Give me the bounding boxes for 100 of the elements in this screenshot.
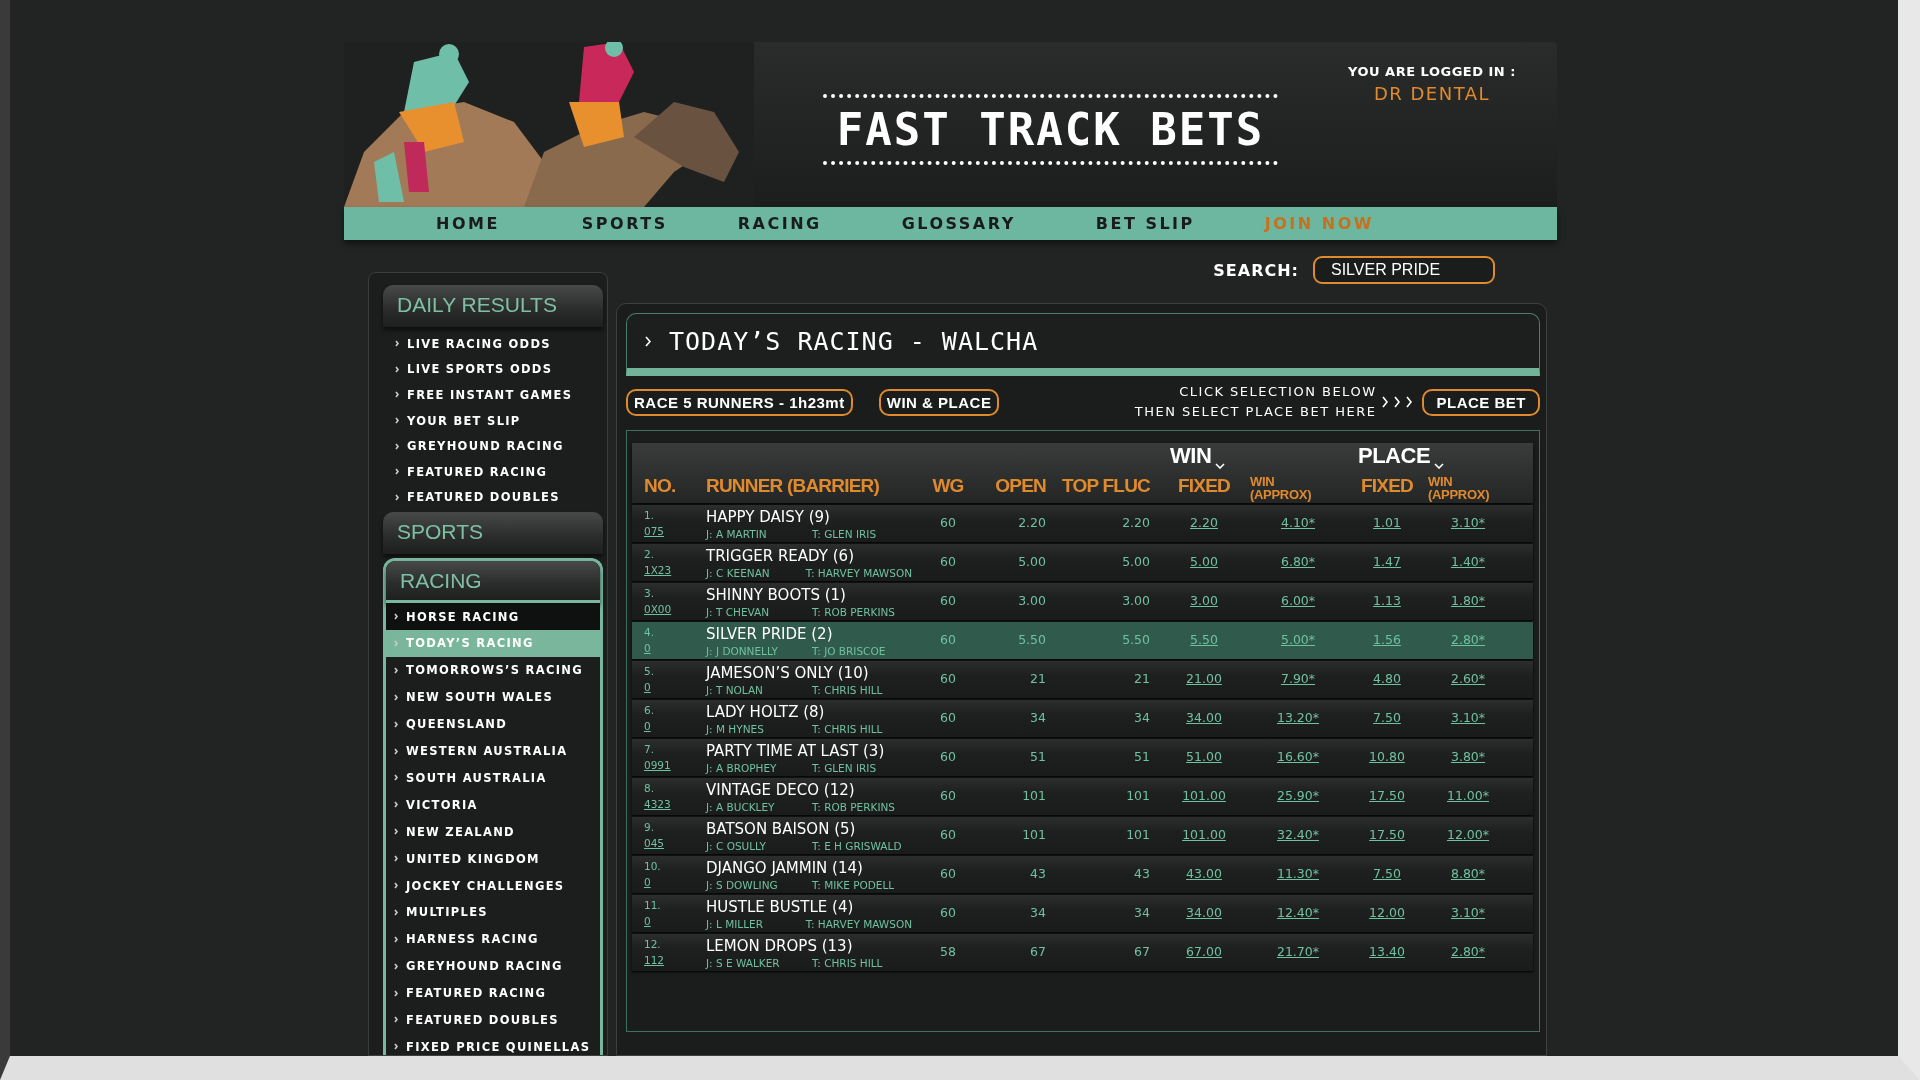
odds-link[interactable]: 32.40* — [1276, 827, 1319, 842]
odds-link[interactable]: 51.00 — [1186, 749, 1222, 764]
form-link[interactable]: 0 — [644, 874, 706, 890]
menu-item[interactable]: HARNESS RACING — [386, 925, 600, 953]
form-link[interactable]: 0 — [644, 679, 706, 695]
odds-link[interactable]: 1.40* — [1450, 554, 1486, 569]
odds-link[interactable]: 34.00 — [1186, 905, 1222, 920]
menu-item[interactable]: LIVE SPORTS ODDS — [383, 356, 603, 383]
place-bet-button[interactable]: PLACE BET — [1422, 388, 1540, 416]
runner-row[interactable]: 5. 0 JAMESON’S ONLY (10) J: T NOLAN T: CHRIS HILL 60 21 21 21.00 7.90* 4.80 2.60* — [632, 661, 1533, 698]
odds-link[interactable]: 1.01 — [1373, 515, 1401, 530]
nav-link[interactable]: GLOSSARY — [891, 214, 1026, 233]
form-link[interactable]: 0 — [644, 640, 706, 656]
form-link[interactable]: 1X23 — [644, 562, 706, 578]
odds-link[interactable]: 101.00 — [1182, 788, 1226, 803]
odds-link[interactable]: 5.50 — [1190, 632, 1218, 647]
form-link[interactable]: 0991 — [644, 757, 706, 773]
menu-item[interactable]: MULTIPLES — [386, 898, 600, 926]
runner-row[interactable]: 11. 0 HUSTLE BUSTLE (4) J: L MILLER T: HARVEY MAWSON 60 34 34 34.00 12.40* 12.00 3.10* — [632, 895, 1533, 932]
menu-item[interactable]: FEATURED DOUBLES — [386, 1006, 600, 1034]
runner-row[interactable]: 2. 1X23 TRIGGER READY (6) J: C KEENAN T: HARVEY MAWSON 60 5.00 5.00 5.00 6.80* 1.47 1.40* — [632, 544, 1533, 581]
odds-link[interactable]: 3.10* — [1450, 710, 1486, 725]
odds-link[interactable]: 2.80* — [1450, 944, 1486, 959]
odds-link[interactable]: 4.80 — [1373, 671, 1401, 686]
odds-link[interactable]: 6.80* — [1280, 554, 1316, 569]
form-link[interactable]: 0 — [644, 913, 706, 929]
odds-link[interactable]: 6.00* — [1280, 593, 1316, 608]
odds-link[interactable]: 17.50 — [1369, 827, 1405, 842]
form-link[interactable]: 112 — [644, 952, 706, 968]
form-link[interactable]: 4323 — [644, 796, 706, 812]
menu-item[interactable]: FEATURED RACING — [383, 458, 603, 485]
nav-link[interactable]: SPORTS — [571, 214, 678, 233]
odds-link[interactable]: 8.80* — [1450, 866, 1486, 881]
menu-item[interactable]: YOUR BET SLIP — [383, 407, 603, 434]
odds-link[interactable]: 43.00 — [1186, 866, 1222, 881]
odds-link[interactable]: 13.20* — [1276, 710, 1319, 725]
menu-item[interactable]: GREYHOUND RACING — [383, 433, 603, 459]
search-field[interactable]: SILVER PRIDE — [1313, 256, 1495, 284]
runner-row[interactable]: 10. 0 DJANGO JAMMIN (14) J: S DOWLING T: MIKE PODELL 60 43 43 43.00 11.30* 7.50 8.80* — [632, 856, 1533, 893]
section-header[interactable]: RACING — [386, 561, 600, 604]
runner-row[interactable]: 8. 4323 VINTAGE DECO (12) J: A BUCKLEY T: ROB PERKINS 60 101 101 101.00 25.90* 17.50 11.00* — [632, 778, 1533, 815]
menu-item[interactable]: NEW SOUTH WALES — [386, 683, 600, 711]
odds-link[interactable]: 11.00* — [1446, 788, 1489, 803]
odds-link[interactable]: 1.56 — [1373, 632, 1401, 647]
runner-row[interactable]: 7. 0991 PARTY TIME AT LAST (3) J: A BROPHEY T: GLEN IRIS 60 51 51 51.00 16.60* 10.80 3.80* — [632, 739, 1533, 776]
menu-item[interactable]: VICTORIA — [386, 791, 600, 819]
menu-item[interactable]: FREE INSTANT GAMES — [383, 382, 603, 408]
menu-item[interactable]: FIXED PRICE QUINELLAS — [386, 1033, 600, 1055]
form-link[interactable]: 045 — [644, 835, 706, 851]
nav-link[interactable]: HOME — [426, 214, 510, 233]
form-link[interactable]: 0 — [644, 718, 706, 734]
menu-item[interactable]: GREYHOUND RACING — [386, 952, 600, 980]
menu-item[interactable]: UNITED KINGDOM — [386, 845, 600, 873]
menu-item[interactable]: SOUTH AUSTRALIA — [386, 764, 600, 792]
nav-link[interactable]: BET SLIP — [1085, 214, 1205, 233]
odds-link[interactable]: 13.40 — [1369, 944, 1405, 959]
odds-link[interactable]: 2.20 — [1190, 515, 1218, 530]
odds-link[interactable]: 12.40* — [1276, 905, 1319, 920]
odds-link[interactable]: 3.10* — [1450, 905, 1486, 920]
menu-item[interactable]: FEATURED DOUBLES — [383, 484, 603, 511]
odds-link[interactable]: 17.50 — [1369, 788, 1405, 803]
odds-link[interactable]: 25.90* — [1276, 788, 1319, 803]
runner-row[interactable]: 9. 045 BATSON BAISON (5) J: C OSULLY T: E H GRISWALD 60 101 101 101.00 32.40* 17.50 12.00* — [632, 817, 1533, 854]
odds-link[interactable]: 16.60* — [1276, 749, 1319, 764]
form-link[interactable]: 0X00 — [644, 601, 706, 617]
odds-link[interactable]: 1.47 — [1373, 554, 1401, 569]
nav-link[interactable]: RACING — [727, 214, 832, 233]
odds-link[interactable]: 10.80 — [1369, 749, 1405, 764]
runner-row[interactable]: 4. 0 SILVER PRIDE (2) J: J DONNELLY T: JO BRISCOE 60 5.50 5.50 5.50 5.00* 1.56 2.80* — [632, 622, 1533, 659]
runner-row[interactable]: 12. 112 LEMON DROPS (13) J: S E WALKER T: CHRIS HILL 58 67 67 67.00 21.70* 13.40 2.80* — [632, 934, 1533, 971]
odds-link[interactable]: 5.00* — [1280, 632, 1316, 647]
menu-item[interactable]: QUEENSLAND — [386, 710, 600, 738]
menu-item[interactable]: WESTERN AUSTRALIA — [386, 737, 600, 765]
odds-link[interactable]: 1.13 — [1373, 593, 1401, 608]
odds-link[interactable]: 101.00 — [1182, 827, 1226, 842]
odds-link[interactable]: 2.60* — [1450, 671, 1486, 686]
menu-item[interactable]: NEW ZEALAND — [386, 818, 600, 846]
odds-link[interactable]: 7.90* — [1280, 671, 1316, 686]
section-header[interactable]: SPORTS — [383, 512, 603, 555]
odds-link[interactable]: 21.00 — [1186, 671, 1222, 686]
menu-item[interactable]: HORSE RACING — [386, 603, 600, 631]
odds-link[interactable]: 12.00* — [1446, 827, 1489, 842]
odds-link[interactable]: 12.00 — [1369, 905, 1405, 920]
odds-link[interactable]: 2.80* — [1450, 632, 1486, 647]
form-link[interactable]: 075 — [644, 523, 706, 539]
runner-row[interactable]: 6. 0 LADY HOLTZ (8) J: M HYNES T: CHRIS HILL 60 34 34 34.00 13.20* 7.50 3.10* — [632, 700, 1533, 737]
section-header[interactable]: DAILY RESULTS — [383, 285, 603, 327]
runner-row[interactable]: 3. 0X00 SHINNY BOOTS (1) J: T CHEVAN T: ROB PERKINS 60 3.00 3.00 3.00 6.00* 1.13 1.80* — [632, 583, 1533, 620]
odds-link[interactable]: 34.00 — [1186, 710, 1222, 725]
bet-type-button[interactable]: WIN & PLACE — [878, 388, 1000, 416]
menu-item[interactable]: FEATURED RACING — [386, 979, 600, 1007]
odds-link[interactable]: 21.70* — [1276, 944, 1319, 959]
odds-link[interactable]: 11.30* — [1276, 866, 1319, 881]
menu-item[interactable]: TOMORROWS’S RACING — [386, 656, 600, 684]
odds-link[interactable]: 1.80* — [1450, 593, 1486, 608]
odds-link[interactable]: 3.00 — [1190, 593, 1218, 608]
runner-row[interactable]: 1. 075 HAPPY DAISY (9) J: A MARTIN T: GLEN IRIS 60 2.20 2.20 2.20 4.10* 1.01 3.10* — [632, 505, 1533, 542]
odds-link[interactable]: 4.10* — [1280, 515, 1316, 530]
odds-link[interactable]: 67.00 — [1186, 944, 1222, 959]
odds-link[interactable]: 7.50 — [1373, 710, 1401, 725]
